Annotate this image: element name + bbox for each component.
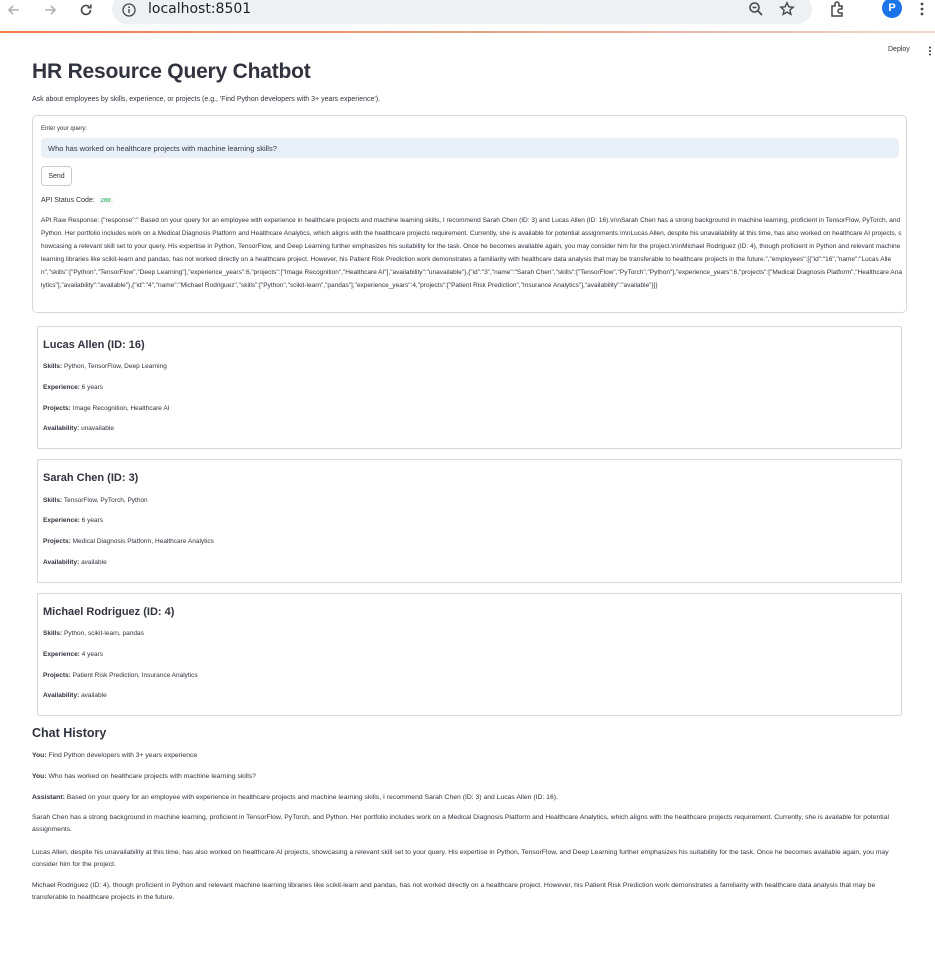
employee-experience: Experience: 6 years [43,384,103,391]
employee-availability: Availability: available [43,692,107,699]
send-button[interactable]: Send [41,166,72,186]
employee-card: Michael Rodriguez (ID: 4) Skills: Python… [37,593,902,716]
api-status-line: API Status Code: 200 [41,197,113,204]
zoom-icon[interactable] [748,1,764,17]
api-status-label: API Status Code: [41,197,95,204]
employee-name: Lucas Allen (ID: 16) [43,339,145,351]
chat-message: You: Find Python developers with 3+ year… [32,750,907,762]
experience-value: 4 years [81,651,103,658]
chat-message: Assistant: Based on your query for an em… [32,792,907,804]
deploy-button[interactable]: Deploy [888,46,910,53]
employee-skills: Skills: Python, scikit-learn, pandas [43,630,144,637]
employee-experience: Experience: 4 years [43,651,103,658]
query-form: Enter your query: Who has worked on heal… [32,115,907,313]
extensions-icon[interactable] [829,0,847,18]
page-load-bar [0,31,935,33]
availability-label: Availability: [43,559,80,566]
experience-value: 6 years [81,517,103,524]
chat-history-title: Chat History [32,726,107,740]
back-button[interactable] [4,0,24,20]
browser-toolbar: localhost:8501 P [0,0,935,33]
experience-value: 6 years [81,384,103,391]
chat-role: Assistant: [32,794,65,801]
availability-value: unavailable [81,425,114,432]
browser-menu-icon[interactable] [920,2,924,16]
availability-label: Availability: [43,692,80,699]
availability-value: available [81,559,107,566]
employee-card: Sarah Chen (ID: 3) Skills: TensorFlow, P… [37,459,902,583]
projects-value: Patient Risk Prediction, Insurance Analy… [72,672,198,679]
employee-skills: Skills: Python, TensorFlow, Deep Learnin… [43,363,167,370]
employee-projects: Projects: Image Recognition, Healthcare … [43,405,169,412]
employee-projects: Projects: Medical Diagnosis Platform, He… [43,538,214,545]
employee-projects: Projects: Patient Risk Prediction, Insur… [43,672,198,679]
page-title: HR Resource Query Chatbot [32,60,311,83]
site-info-icon[interactable] [122,3,136,17]
chat-paragraph: Sarah Chen has a strong background in ma… [32,814,889,834]
projects-label: Projects: [43,672,71,679]
employee-name: Sarah Chen (ID: 3) [43,472,139,484]
chat-text: Find Python developers with 3+ years exp… [48,752,198,759]
availability-value: available [81,692,107,699]
chat-text: Based on your query for an employee with… [66,794,558,801]
arrow-right-icon [45,5,57,15]
employee-skills: Skills: TensorFlow, PyTorch, Python [43,497,148,504]
api-status-code: 200 [98,198,113,204]
skills-label: Skills: [43,497,63,504]
experience-label: Experience: [43,384,80,391]
address-bar[interactable]: localhost:8501 [112,0,812,24]
skills-value: Python, scikit-learn, pandas [63,630,144,637]
chat-message: You: Who has worked on healthcare projec… [32,771,907,783]
employee-name: Michael Rodriguez (ID: 4) [43,606,175,618]
skills-value: Python, TensorFlow, Deep Learning [63,363,167,370]
skills-value: TensorFlow, PyTorch, Python [63,497,148,504]
projects-value: Medical Diagnosis Platform, Healthcare A… [72,538,214,545]
query-input-label: Enter your query: [41,126,88,132]
projects-label: Projects: [43,405,71,412]
projects-label: Projects: [43,538,71,545]
chat-role: You: [32,773,47,780]
experience-label: Experience: [43,517,80,524]
reload-button[interactable] [76,0,96,20]
employee-availability: Availability: unavailable [43,425,114,432]
chat-text: Who has worked on healthcare projects wi… [48,773,256,780]
main-menu-icon[interactable] [928,46,932,56]
chat-paragraph: Lucas Allen, despite his unavailability … [32,849,889,869]
skills-label: Skills: [43,363,63,370]
employee-card: Lucas Allen (ID: 16) Skills: Python, Ten… [37,326,902,449]
arrow-left-icon [7,5,19,15]
query-input[interactable]: Who has worked on healthcare projects wi… [41,138,899,158]
employee-availability: Availability: available [43,559,107,566]
profile-avatar[interactable]: P [882,0,902,18]
page-subtitle: Ask about employees by skills, experienc… [32,96,380,103]
skills-label: Skills: [43,630,63,637]
reload-icon [80,4,92,16]
chat-paragraph: Michael Rodriguez (ID: 4), though profic… [32,882,876,902]
chat-role: You: [32,752,47,759]
bookmark-star-icon[interactable] [779,1,795,17]
api-raw-response: API Raw Response: {"response":" Based on… [41,217,902,289]
forward-button[interactable] [40,0,60,20]
availability-label: Availability: [43,425,80,432]
experience-label: Experience: [43,651,80,658]
url-text: localhost:8501 [148,1,252,17]
projects-value: Image Recognition, Healthcare AI [72,405,170,412]
employee-experience: Experience: 6 years [43,517,103,524]
